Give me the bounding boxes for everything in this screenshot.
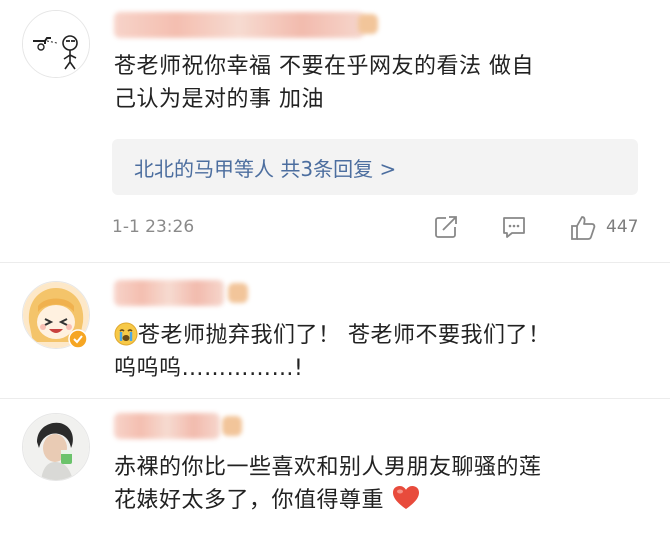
verified-badge-icon <box>68 329 88 349</box>
comment-item-3: 赤裸的你比一些喜欢和别人男朋友聊骚的莲 花婊好太多了，你值得尊重 <box>0 399 670 536</box>
comment-icon[interactable] <box>500 213 528 241</box>
comment-line: 己认为是对的事 加油 <box>114 87 324 112</box>
comment-line: 花婊好太多了，你值得尊重 <box>114 484 648 517</box>
comment-item-2: 苍老师抛弃我们了！ 苍老师不要我们了！ 呜呜呜……………! <box>0 263 670 398</box>
share-icon[interactable] <box>432 213 460 241</box>
reply-summary-link[interactable]: 北北的马甲等人 共3条回复 > <box>134 153 396 182</box>
comment-item-1: 苍老师祝你幸福 不要在乎网友的看法 做自 己认为是对的事 加油 北北的马甲等人 … <box>0 0 670 262</box>
username-blurred-3[interactable] <box>114 413 220 439</box>
comment-timestamp: 1-1 23:26 <box>112 217 195 237</box>
comment-text-3: 赤裸的你比一些喜欢和别人男朋友聊骚的莲 花婊好太多了，你值得尊重 <box>114 451 648 517</box>
reply-summary-box[interactable]: 北北的马甲等人 共3条回复 > <box>112 139 638 195</box>
avatar-3[interactable] <box>22 413 90 481</box>
comment-text-1: 苍老师祝你幸福 不要在乎网友的看法 做自 己认为是对的事 加油 <box>114 50 648 116</box>
member-badge-2 <box>228 283 248 303</box>
comment-text-2: 苍老师抛弃我们了！ 苍老师不要我们了！ 呜呜呜……………! <box>114 319 648 385</box>
avatar-1[interactable] <box>22 10 90 78</box>
username-blurred-2[interactable] <box>114 280 224 306</box>
profile-photo-icon <box>23 414 89 480</box>
username-blurred-1[interactable] <box>114 12 364 38</box>
comment-line: 呜呜呜……………! <box>114 356 304 381</box>
comment-line-text: 苍老师抛弃我们了！ 苍老师不要我们了！ <box>138 323 551 348</box>
comment-line: 苍老师祝你幸福 不要在乎网友的看法 做自 <box>114 54 534 79</box>
crying-emoji-icon <box>114 322 138 346</box>
heart-icon <box>392 486 419 509</box>
cartoon-avatar-icon <box>23 11 89 77</box>
like-icon[interactable] <box>568 213 598 243</box>
like-count: 447 <box>606 217 639 237</box>
comment-line-text: 花婊好太多了，你值得尊重 <box>114 488 385 513</box>
comment-line: 苍老师抛弃我们了！ 苍老师不要我们了！ <box>114 319 648 352</box>
member-badge-3 <box>222 416 242 436</box>
comment-line: 赤裸的你比一些喜欢和别人男朋友聊骚的莲 <box>114 455 542 480</box>
member-badge-1 <box>358 14 378 34</box>
